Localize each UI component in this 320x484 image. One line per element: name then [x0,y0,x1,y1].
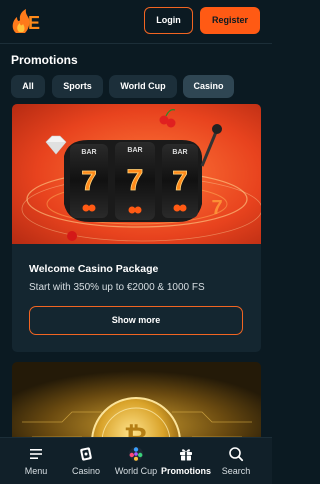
reel-bar-label: BAR [172,149,187,156]
promo-banner-image: BAR BAR BAR 7 7 7 7 [12,104,261,244]
menu-icon [30,449,42,459]
gift-icon [180,449,192,461]
search-icon [229,447,244,462]
tab-casino[interactable]: Casino [183,75,234,98]
nav-item-promotions[interactable]: Promotions [160,438,212,484]
reel-seven-symbol: 7 [127,164,144,197]
page-title: Promotions [11,53,78,67]
nav-label-menu: Menu [24,466,48,476]
tab-sports[interactable]: Sports [52,75,103,98]
casino-icon [80,447,92,461]
nav-label-casino: Casino [71,466,100,476]
reel-bar-label: BAR [127,147,142,154]
promo-title: Welcome Casino Package [29,263,159,275]
header-divider [0,43,272,44]
reel-bar-label: BAR [81,149,96,156]
reel-seven-symbol: 7 [81,165,97,196]
promo-card: BAR BAR BAR 7 7 7 7 Welcome Casino Packa… [12,104,261,352]
decorative-seven: 7 [211,197,222,219]
register-button[interactable]: Register [200,7,260,34]
reel-seven-symbol: 7 [172,165,188,196]
login-button[interactable]: Login [144,7,193,34]
flame-logo-icon: E [12,9,40,33]
logo-letter: E [28,13,40,33]
bottom-navigation: Menu Casino World Cup Promotions Search [0,437,272,484]
nav-item-casino[interactable]: Casino [60,438,112,484]
nav-item-world-cup[interactable]: World Cup [110,438,162,484]
promo-description: Start with 350% up to €2000 & 1000 FS [29,282,205,293]
world-cup-ball-icon [129,447,143,461]
brand-logo[interactable]: E [10,7,44,35]
tab-all[interactable]: All [11,75,45,98]
nav-label-search: Search [221,466,251,476]
top-header: E Login Register [0,0,272,40]
nav-label-promotions: Promotions [160,466,211,476]
nav-label-world-cup: World Cup [114,466,158,476]
tab-world-cup[interactable]: World Cup [109,75,177,98]
nav-item-search[interactable]: Search [212,438,260,484]
show-more-button[interactable]: Show more [29,306,243,335]
nav-item-menu[interactable]: Menu [8,438,64,484]
